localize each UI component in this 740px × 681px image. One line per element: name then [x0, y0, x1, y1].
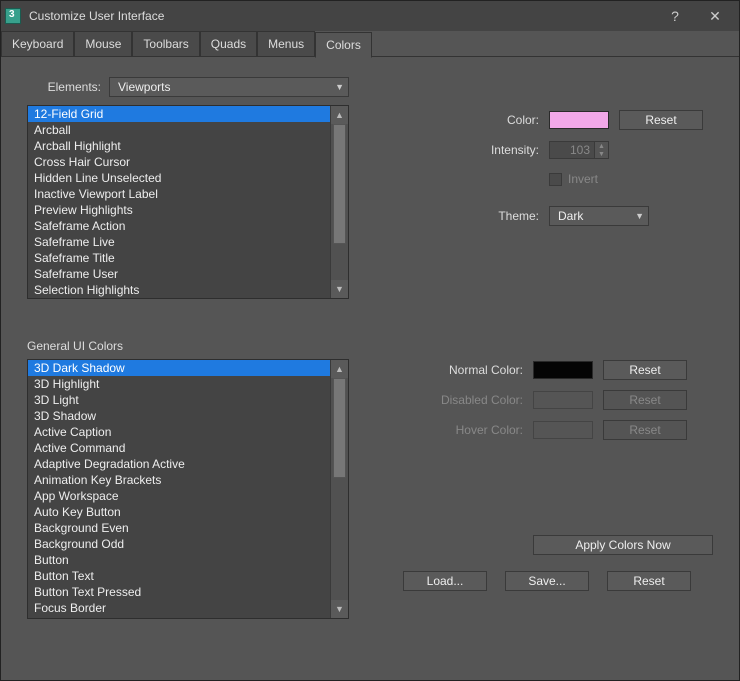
- hover-reset-button: Reset: [603, 420, 687, 440]
- scroll-down-icon[interactable]: ▼: [331, 600, 348, 618]
- disabled-color-swatch: [533, 391, 593, 409]
- tab-menus[interactable]: Menus: [257, 31, 315, 56]
- reset-button[interactable]: Reset: [607, 571, 691, 591]
- list-item[interactable]: Safeframe Live: [28, 234, 330, 250]
- list-item[interactable]: App Workspace: [28, 488, 330, 504]
- list-item[interactable]: Arcball: [28, 122, 330, 138]
- color-swatch[interactable]: [549, 111, 609, 129]
- list-item[interactable]: Background Even: [28, 520, 330, 536]
- window-title: Customize User Interface: [29, 9, 655, 23]
- normal-color-swatch[interactable]: [533, 361, 593, 379]
- chevron-down-icon: ▼: [335, 82, 344, 92]
- normal-reset-button[interactable]: Reset: [603, 360, 687, 380]
- theme-dropdown[interactable]: Dark ▼: [549, 206, 649, 226]
- hover-color-label: Hover Color:: [403, 423, 523, 437]
- normal-color-label: Normal Color:: [403, 363, 523, 377]
- invert-label: Invert: [568, 172, 598, 186]
- color-reset-button[interactable]: Reset: [619, 110, 703, 130]
- tab-quads[interactable]: Quads: [200, 31, 257, 56]
- chevron-down-icon: ▼: [635, 211, 644, 221]
- elements-dropdown[interactable]: Viewports ▼: [109, 77, 349, 97]
- load-button[interactable]: Load...: [403, 571, 487, 591]
- elements-dropdown-value: Viewports: [118, 80, 329, 94]
- disabled-color-label: Disabled Color:: [403, 393, 523, 407]
- invert-checkbox: [549, 173, 562, 186]
- list-item[interactable]: Hidden Line Unselected: [28, 170, 330, 186]
- list-item[interactable]: 3D Dark Shadow: [28, 360, 330, 376]
- general-section-label: General UI Colors: [27, 339, 713, 353]
- list-item[interactable]: Adaptive Degradation Active: [28, 456, 330, 472]
- list-item[interactable]: 3D Highlight: [28, 376, 330, 392]
- general-listbox[interactable]: 3D Dark Shadow3D Highlight3D Light3D Sha…: [27, 359, 349, 619]
- help-button[interactable]: ?: [655, 1, 695, 31]
- tab-toolbars[interactable]: Toolbars: [132, 31, 199, 56]
- intensity-up-icon: ▲: [594, 142, 608, 150]
- disabled-reset-button: Reset: [603, 390, 687, 410]
- intensity-spinner: ▲ ▼: [549, 141, 609, 159]
- list-item[interactable]: 3D Light: [28, 392, 330, 408]
- scroll-up-icon[interactable]: ▲: [331, 106, 348, 124]
- scroll-down-icon[interactable]: ▼: [331, 280, 348, 298]
- theme-dropdown-value: Dark: [558, 209, 629, 223]
- elements-scrollbar[interactable]: ▲ ▼: [330, 106, 348, 298]
- intensity-down-icon: ▼: [594, 150, 608, 158]
- list-item[interactable]: Active Caption: [28, 424, 330, 440]
- list-item[interactable]: Inactive Viewport Label: [28, 186, 330, 202]
- tab-keyboard[interactable]: Keyboard: [1, 31, 74, 56]
- elements-listbox[interactable]: 12-Field GridArcballArcball HighlightCro…: [27, 105, 349, 299]
- list-item[interactable]: Selection Highlights: [28, 282, 330, 298]
- list-item[interactable]: Safeframe User: [28, 266, 330, 282]
- list-item[interactable]: Cross Hair Cursor: [28, 154, 330, 170]
- scroll-thumb[interactable]: [333, 124, 346, 244]
- apply-colors-button[interactable]: Apply Colors Now: [533, 535, 713, 555]
- intensity-label: Intensity:: [419, 143, 539, 157]
- list-item[interactable]: Button Text: [28, 568, 330, 584]
- list-item[interactable]: Arcball Highlight: [28, 138, 330, 154]
- tab-mouse[interactable]: Mouse: [74, 31, 132, 56]
- tab-colors[interactable]: Colors: [315, 32, 372, 58]
- list-item[interactable]: 3D Shadow: [28, 408, 330, 424]
- save-button[interactable]: Save...: [505, 571, 589, 591]
- general-scrollbar[interactable]: ▲ ▼: [330, 360, 348, 618]
- list-item[interactable]: Background Odd: [28, 536, 330, 552]
- theme-label: Theme:: [419, 209, 539, 223]
- tabbar: Keyboard Mouse Toolbars Quads Menus Colo…: [1, 31, 739, 57]
- list-item[interactable]: Animation Key Brackets: [28, 472, 330, 488]
- intensity-input: [550, 143, 594, 157]
- titlebar: Customize User Interface ? ✕: [1, 1, 739, 31]
- scroll-up-icon[interactable]: ▲: [331, 360, 348, 378]
- elements-label: Elements:: [27, 80, 101, 94]
- list-item[interactable]: Auto Key Button: [28, 504, 330, 520]
- list-item[interactable]: Button Text Pressed: [28, 584, 330, 600]
- list-item[interactable]: 12-Field Grid: [28, 106, 330, 122]
- list-item[interactable]: Safeframe Title: [28, 250, 330, 266]
- list-item[interactable]: Focus Border: [28, 600, 330, 616]
- list-item[interactable]: Safeframe Action: [28, 218, 330, 234]
- hover-color-swatch: [533, 421, 593, 439]
- scroll-thumb[interactable]: [333, 378, 346, 478]
- list-item[interactable]: Active Command: [28, 440, 330, 456]
- color-label: Color:: [419, 113, 539, 127]
- list-item[interactable]: Button: [28, 552, 330, 568]
- list-item[interactable]: Preview Highlights: [28, 202, 330, 218]
- close-button[interactable]: ✕: [695, 1, 735, 31]
- app-icon: [5, 8, 21, 24]
